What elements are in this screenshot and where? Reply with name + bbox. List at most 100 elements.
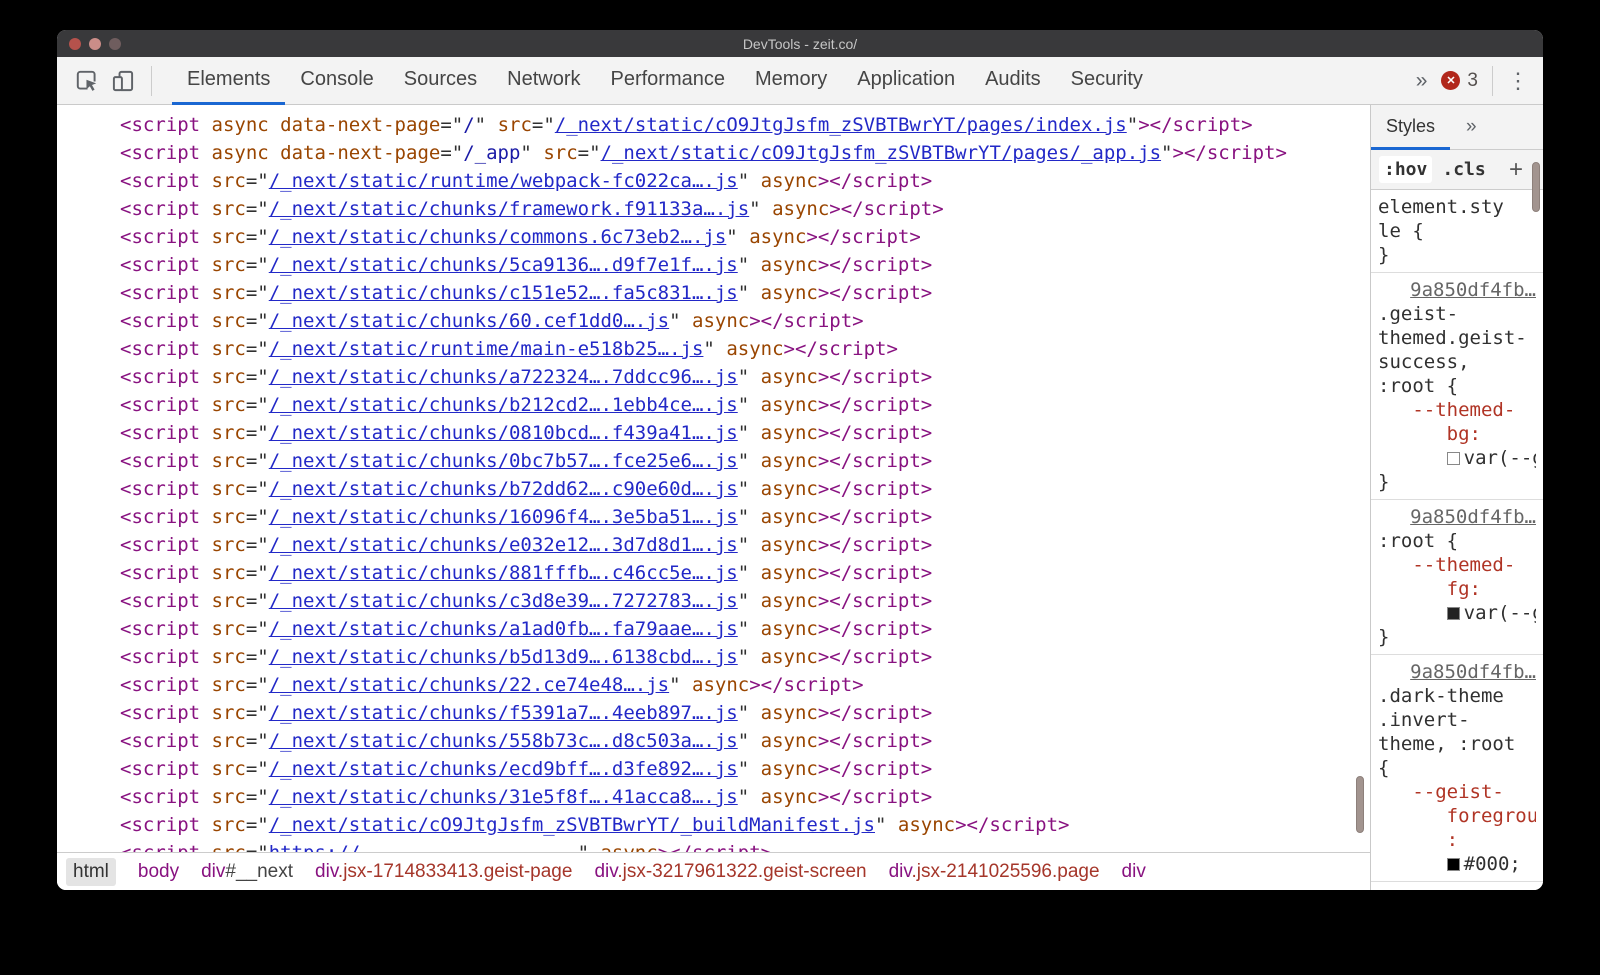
stylesheet-link[interactable]: 9a850df4fb… bbox=[1378, 660, 1536, 684]
style-rule-line[interactable]: success, bbox=[1378, 350, 1536, 374]
style-rule-line[interactable]: .invert- bbox=[1378, 708, 1536, 732]
stylesheet-link[interactable]: 9a850df4fb… bbox=[1378, 505, 1536, 529]
dom-tree-line[interactable]: <script src="/_next/static/chunks/31e5f8… bbox=[120, 783, 1370, 811]
dom-tree-line[interactable]: <script src="/_next/static/chunks/0bc7b5… bbox=[120, 447, 1370, 475]
resource-link[interactable]: https://………………………………………………… bbox=[269, 842, 578, 852]
resource-link[interactable]: /_next/static/cO9JtgJsfm_zSVBTBwrYT/page… bbox=[555, 114, 1127, 136]
zoom-button[interactable] bbox=[109, 38, 121, 50]
style-rule-line[interactable]: bg: bbox=[1378, 422, 1536, 446]
dom-tree-line[interactable]: <script src="/_next/static/runtime/main-… bbox=[120, 335, 1370, 363]
dom-tree-line[interactable]: <script src="https://…………………………………………………… bbox=[120, 839, 1370, 852]
style-rule-line[interactable]: themed.geist- bbox=[1378, 326, 1536, 350]
color-swatch[interactable] bbox=[1447, 858, 1460, 871]
dom-tree-line[interactable]: <script src="/_next/static/cO9JtgJsfm_zS… bbox=[120, 811, 1370, 839]
elements-scrollbar-thumb[interactable] bbox=[1356, 776, 1364, 833]
resource-link[interactable]: /_next/static/chunks/b72dd62….c90e60d….j… bbox=[269, 478, 738, 500]
breadcrumb-item[interactable]: html bbox=[66, 858, 116, 886]
resource-link[interactable]: /_next/static/chunks/881fffb….c46cc5e….j… bbox=[269, 562, 738, 584]
stylesheet-link[interactable]: 9a850df4fb… bbox=[1378, 278, 1536, 302]
more-tabs-button[interactable]: » bbox=[1416, 69, 1428, 93]
dom-tree-line[interactable]: <script src="/_next/static/chunks/c151e5… bbox=[120, 279, 1370, 307]
dom-tree-line[interactable]: <script src="/_next/static/chunks/a1ad0f… bbox=[120, 615, 1370, 643]
resource-link[interactable]: /_next/static/chunks/0bc7b57….fce25e6….j… bbox=[269, 450, 738, 472]
style-rule-line[interactable]: element.sty bbox=[1378, 195, 1536, 219]
resource-link[interactable]: /_next/static/runtime/main-e518b25….js bbox=[269, 338, 704, 360]
dom-tree-line[interactable]: <script src="/_next/static/chunks/16096f… bbox=[120, 503, 1370, 531]
resource-link[interactable]: /_next/static/chunks/0810bcd….f439a41….j… bbox=[269, 422, 738, 444]
toggle-classes-button[interactable]: .cls bbox=[1442, 159, 1485, 180]
tab-sources[interactable]: Sources bbox=[389, 57, 492, 105]
dom-tree-line[interactable]: <script src="/_next/static/chunks/b212cd… bbox=[120, 391, 1370, 419]
style-rule[interactable]: 9a850df4fb….geist-themed.geist-success,:… bbox=[1371, 273, 1543, 500]
close-button[interactable] bbox=[69, 38, 81, 50]
resource-link[interactable]: /_next/static/chunks/framework.f91133a….… bbox=[269, 198, 749, 220]
style-rule-line[interactable]: le { bbox=[1378, 219, 1536, 243]
tab-application[interactable]: Application bbox=[842, 57, 970, 105]
resource-link[interactable]: /_next/static/chunks/e032e12….3d7d8d1….j… bbox=[269, 534, 738, 556]
resource-link[interactable]: /_next/static/chunks/ecd9bff….d3fe892….j… bbox=[269, 758, 738, 780]
style-rule[interactable]: element.style {} bbox=[1371, 190, 1543, 273]
style-rule-line[interactable]: .geist- bbox=[1378, 302, 1536, 326]
resource-link[interactable]: /_next/static/chunks/60.cef1dd0….js bbox=[269, 310, 669, 332]
dom-tree-line[interactable]: <script src="/_next/static/chunks/60.cef… bbox=[120, 307, 1370, 335]
resource-link[interactable]: /_next/static/chunks/31e5f8f….41acca8….j… bbox=[269, 786, 738, 808]
dom-tree-line[interactable]: <script src="/_next/static/chunks/e032e1… bbox=[120, 531, 1370, 559]
dom-tree-line[interactable]: <script src="/_next/static/chunks/b5d13d… bbox=[120, 643, 1370, 671]
resource-link[interactable]: /_next/static/chunks/5ca9136….d9f7e1f….j… bbox=[269, 254, 738, 276]
style-rule[interactable]: 9a850df4fb….dark-theme.invert-theme, :ro… bbox=[1371, 655, 1543, 882]
dom-tree-line[interactable]: <script src="/_next/static/chunks/5ca913… bbox=[120, 251, 1370, 279]
dom-tree-line[interactable]: <script src="/_next/static/chunks/558b73… bbox=[120, 727, 1370, 755]
resource-link[interactable]: /_next/static/chunks/a1ad0fb….fa79aae….j… bbox=[269, 618, 738, 640]
style-rule[interactable]: 9a850df4fb…:root { --themed- fg: var(--g… bbox=[1371, 500, 1543, 655]
style-rule-line[interactable]: :root { bbox=[1378, 374, 1536, 398]
breadcrumb-item[interactable]: body bbox=[138, 861, 179, 883]
tab-elements[interactable]: Elements bbox=[172, 57, 285, 105]
style-rule-line[interactable]: :root { bbox=[1378, 529, 1536, 553]
color-swatch[interactable] bbox=[1447, 452, 1460, 465]
style-rule-line[interactable]: } bbox=[1378, 470, 1536, 494]
style-rule-line[interactable]: .dark-theme bbox=[1378, 684, 1536, 708]
breadcrumb-item[interactable]: div.jsx-2141025596.page bbox=[889, 861, 1100, 883]
dom-tree-line[interactable]: <script src="/_next/static/chunks/framew… bbox=[120, 195, 1370, 223]
resource-link[interactable]: /_next/static/chunks/b212cd2….1ebb4ce….j… bbox=[269, 394, 738, 416]
breadcrumb-item[interactable]: div bbox=[1122, 861, 1146, 883]
breadcrumb-item[interactable]: div.jsx-1714833413.geist-page bbox=[315, 861, 572, 883]
style-rule-line[interactable]: --geist- bbox=[1378, 780, 1536, 804]
resource-link[interactable]: /_next/static/chunks/commons.6c73eb2….js bbox=[269, 226, 727, 248]
tab-performance[interactable]: Performance bbox=[596, 57, 741, 105]
style-rule-line[interactable]: } bbox=[1378, 243, 1536, 267]
dom-tree-line[interactable]: <script async data-next-page="/" src="/_… bbox=[120, 111, 1370, 139]
sidebar-more-tabs-button[interactable]: » bbox=[1466, 116, 1477, 138]
resource-link[interactable]: /_next/static/chunks/a722324….7ddcc96….j… bbox=[269, 366, 738, 388]
resource-link[interactable]: /_next/static/chunks/f5391a7….4eeb897….j… bbox=[269, 702, 738, 724]
toggle-hover-state-button[interactable]: :hov bbox=[1379, 156, 1432, 183]
tab-console[interactable]: Console bbox=[285, 57, 388, 105]
style-rule-line[interactable]: theme, :root bbox=[1378, 732, 1536, 756]
dom-tree-line[interactable]: <script async data-next-page="/_app" src… bbox=[120, 139, 1370, 167]
dom-tree-line[interactable]: <script src="/_next/static/chunks/a72232… bbox=[120, 363, 1370, 391]
inspect-element-button[interactable] bbox=[69, 61, 105, 101]
style-rule-line[interactable]: var(--g bbox=[1378, 446, 1536, 470]
tab-styles[interactable]: Styles bbox=[1371, 105, 1450, 150]
resource-link[interactable]: /_next/static/cO9JtgJsfm_zSVBTBwrYT/_bui… bbox=[269, 814, 875, 836]
styles-scrollbar-thumb[interactable] bbox=[1532, 162, 1540, 212]
dom-tree-line[interactable]: <script src="/_next/static/chunks/0810bc… bbox=[120, 419, 1370, 447]
style-rule-line[interactable]: --themed- bbox=[1378, 398, 1536, 422]
dom-tree-line[interactable]: <script src="/_next/static/chunks/b72dd6… bbox=[120, 475, 1370, 503]
style-rule-line[interactable]: { bbox=[1378, 756, 1536, 780]
dom-tree-line[interactable]: <script src="/_next/static/chunks/881fff… bbox=[120, 559, 1370, 587]
dom-tree-line[interactable]: <script src="/_next/static/chunks/c3d8e3… bbox=[120, 587, 1370, 615]
breadcrumb-item[interactable]: div.jsx-3217961322.geist-screen bbox=[594, 861, 866, 883]
device-toolbar-button[interactable] bbox=[105, 61, 141, 101]
dom-tree-line[interactable]: <script src="/_next/static/chunks/ecd9bf… bbox=[120, 755, 1370, 783]
resource-link[interactable]: /_next/static/chunks/b5d13d9….6138cbd….j… bbox=[269, 646, 738, 668]
resource-link[interactable]: /_next/static/chunks/c3d8e39….7272783….j… bbox=[269, 590, 738, 612]
resource-link[interactable]: /_next/static/chunks/c151e52….fa5c831….j… bbox=[269, 282, 738, 304]
style-rule-line[interactable]: fg: bbox=[1378, 577, 1536, 601]
style-rule-line[interactable]: } bbox=[1378, 625, 1536, 649]
devtools-menu-button[interactable]: ⋮ bbox=[1507, 70, 1529, 92]
minimize-button[interactable] bbox=[89, 38, 101, 50]
resource-link[interactable]: /_next/static/cO9JtgJsfm_zSVBTBwrYT/page… bbox=[601, 142, 1162, 164]
tab-memory[interactable]: Memory bbox=[740, 57, 842, 105]
dom-tree[interactable]: <script async data-next-page="/" src="/_… bbox=[57, 105, 1370, 852]
